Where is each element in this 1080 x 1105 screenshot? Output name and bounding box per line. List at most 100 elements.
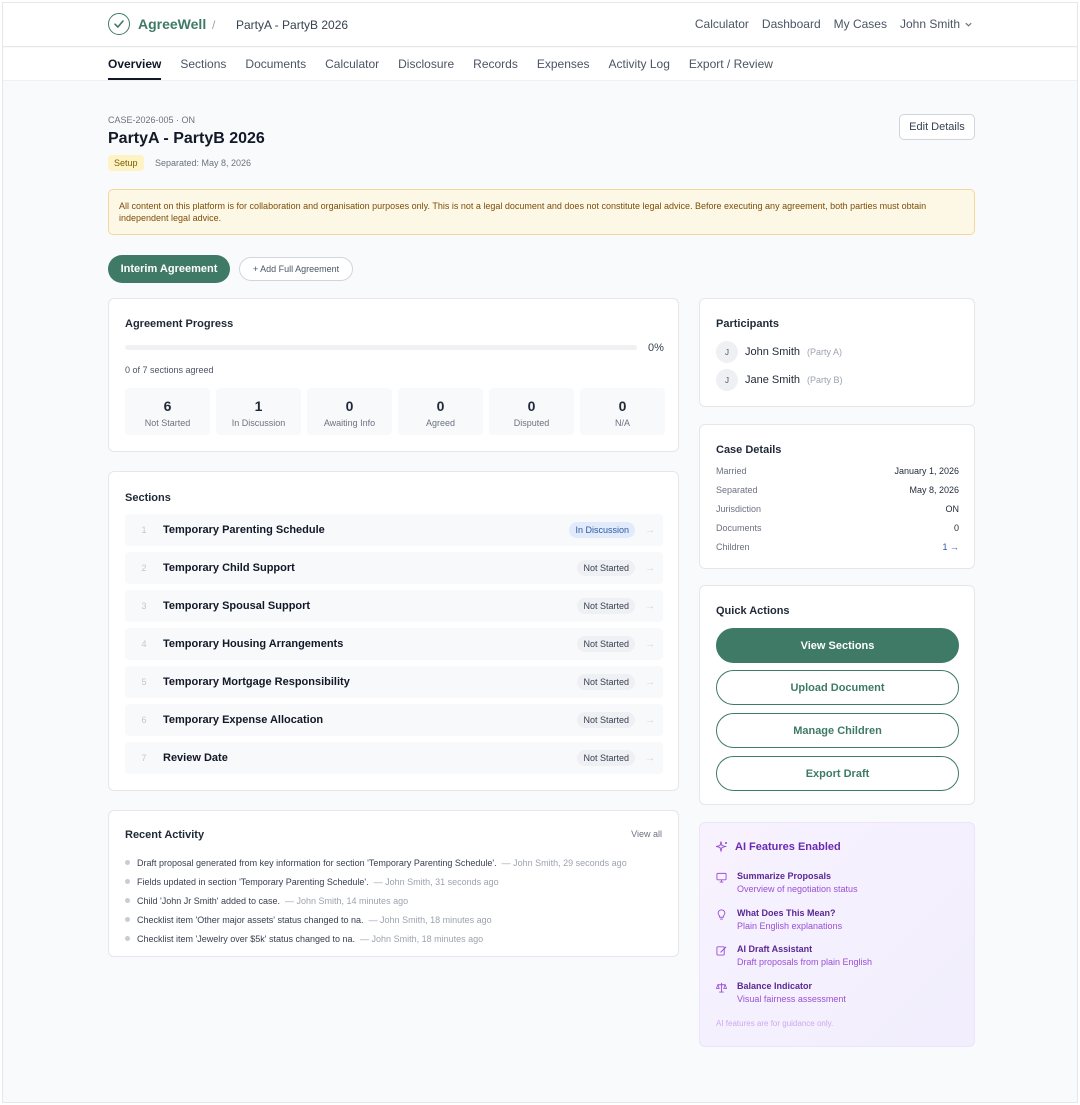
ai-feature[interactable]: Balance Indicator Visual fairness assessm…: [716, 981, 846, 1004]
card-title: Sections: [125, 492, 171, 504]
section-row[interactable]: 5 Temporary Mortgage Responsibility Not …: [125, 666, 663, 698]
recent-activity-card: Recent Activity View all Draft proposal …: [108, 810, 679, 957]
tab-activity-log[interactable]: Activity Log: [609, 57, 670, 80]
brand-name: AgreeWell: [138, 16, 207, 32]
section-title: Temporary Expense Allocation: [163, 714, 324, 726]
arrow-right-icon: →: [645, 638, 655, 650]
add-full-agreement-button[interactable]: + Add Full Agreement: [239, 257, 353, 281]
progress-percent: 0%: [648, 342, 664, 354]
user-name: John Smith: [899, 17, 960, 31]
brand[interactable]: AgreeWell: [108, 13, 206, 35]
tab-records[interactable]: Records: [473, 57, 518, 80]
view-all-link[interactable]: View all: [631, 829, 662, 839]
case-details-card: Case Details Married January 1, 2026 Sepa…: [699, 424, 975, 569]
tab-overview[interactable]: Overview: [108, 57, 162, 80]
status-badge: Setup: [108, 155, 144, 171]
section-title: Review Date: [163, 752, 228, 764]
participant-role: (Party A): [807, 347, 843, 357]
ai-features-card: AI Features Enabled Summarize Proposals O…: [699, 822, 975, 1047]
tab-export-review[interactable]: Export / Review: [689, 57, 773, 80]
list-item: Child 'John Jr Smith' added to case. — Jo…: [125, 891, 627, 910]
avatar: J: [716, 341, 738, 363]
card-title: Recent Activity: [125, 829, 205, 841]
nav-my-cases[interactable]: My Cases: [834, 17, 887, 31]
detail-married: Married January 1, 2026: [716, 466, 959, 476]
ai-feature[interactable]: Summarize Proposals Overview of negotiati…: [716, 871, 858, 894]
tab-documents[interactable]: Documents: [245, 57, 306, 80]
participant-name: John Smith: [745, 346, 801, 358]
edit-details-button[interactable]: Edit Details: [899, 114, 975, 140]
participant: J Jane Smith (Party B): [716, 369, 843, 391]
ai-disclaimer: AI features are for guidance only.: [716, 1019, 834, 1028]
card-title: Participants: [716, 318, 779, 330]
children-link[interactable]: 1 →: [942, 542, 959, 552]
section-status-badge: Not Started: [577, 712, 635, 728]
section-row[interactable]: 3 Temporary Spousal Support Not Started …: [125, 590, 663, 622]
user-menu[interactable]: John Smith: [900, 17, 973, 31]
legal-disclaimer: All content on this platform is for coll…: [108, 189, 975, 235]
breadcrumb-case[interactable]: PartyA - PartyB 2026: [236, 18, 348, 32]
section-row[interactable]: 4 Temporary Housing Arrangements Not Sta…: [125, 628, 663, 660]
tab-bar: Overview Sections Documents Calculator D…: [3, 48, 1077, 81]
participant: J John Smith (Party A): [716, 341, 842, 363]
list-item: Draft proposal generated from key inform…: [125, 853, 627, 872]
detail-documents: Documents 0: [716, 523, 959, 533]
card-title: Case Details: [716, 444, 782, 456]
arrow-right-icon: →: [645, 600, 655, 612]
chevron-down-icon: [965, 22, 972, 27]
top-nav: Calculator Dashboard My Cases John Smith: [695, 17, 973, 31]
section-status-badge: Not Started: [577, 598, 635, 614]
card-title: Agreement Progress: [125, 318, 234, 330]
tab-sections[interactable]: Sections: [180, 57, 226, 80]
case-id: CASE-2026-005 · ON: [108, 115, 196, 125]
section-title: Temporary Spousal Support: [163, 600, 311, 612]
ai-feature[interactable]: What Does This Mean? Plain English explan…: [716, 908, 842, 931]
check-circle-icon: [108, 13, 130, 35]
nav-calculator[interactable]: Calculator: [695, 17, 749, 31]
stat-na: 0 N/A: [580, 388, 665, 435]
tab-disclosure[interactable]: Disclosure: [398, 57, 454, 80]
section-row[interactable]: 1 Temporary Parenting Schedule In Discus…: [125, 514, 663, 546]
list-item: Checklist item 'Other major assets' stat…: [125, 910, 627, 929]
section-title: Temporary Mortgage Responsibility: [163, 676, 350, 688]
activity-list: Draft proposal generated from key inform…: [125, 853, 627, 948]
avatar: J: [716, 369, 738, 391]
interim-agreement-button[interactable]: Interim Agreement: [108, 255, 230, 283]
section-status-badge: Not Started: [577, 636, 635, 652]
detail-separated: Separated May 8, 2026: [716, 485, 959, 495]
list-item: Fields updated in section 'Temporary Par…: [125, 872, 627, 891]
view-sections-button[interactable]: View Sections: [716, 628, 959, 663]
status-stats: 6 Not Started 1 In Discussion 0 Awaiting In…: [125, 388, 665, 435]
export-draft-button[interactable]: Export Draft: [716, 756, 959, 791]
ai-title: AI Features Enabled: [735, 841, 841, 853]
section-status-badge: In Discussion: [569, 522, 635, 538]
tab-calculator[interactable]: Calculator: [325, 57, 379, 80]
agreement-progress-card: Agreement Progress 0% 0 of 7 sections ag…: [108, 298, 679, 452]
separated-date: Separated: May 8, 2026: [155, 158, 252, 168]
stat-not-started: 6 Not Started: [125, 388, 210, 435]
tab-expenses[interactable]: Expenses: [537, 57, 590, 80]
section-title: Temporary Child Support: [163, 562, 295, 574]
section-status-badge: Not Started: [577, 750, 635, 766]
nav-dashboard[interactable]: Dashboard: [762, 17, 821, 31]
breadcrumb-separator: /: [212, 18, 216, 32]
stat-awaiting-info: 0 Awaiting Info: [307, 388, 392, 435]
section-row[interactable]: 2 Temporary Child Support Not Started →: [125, 552, 663, 584]
participant-role: (Party B): [807, 375, 843, 385]
section-title: Temporary Housing Arrangements: [163, 638, 344, 650]
manage-children-button[interactable]: Manage Children: [716, 713, 959, 748]
section-row[interactable]: 6 Temporary Expense Allocation Not Start…: [125, 704, 663, 736]
sections-card: Sections 1 Temporary Parenting Schedule …: [108, 471, 679, 791]
detail-children: Children 1 →: [716, 542, 959, 552]
arrow-right-icon: →: [645, 752, 655, 764]
section-row[interactable]: 7 Review Date Not Started →: [125, 742, 663, 774]
ai-feature[interactable]: AI Draft Assistant Draft proposals from p…: [716, 944, 872, 967]
section-status-badge: Not Started: [577, 674, 635, 690]
progress-summary: 0 of 7 sections agreed: [125, 365, 214, 375]
upload-document-button[interactable]: Upload Document: [716, 670, 959, 705]
arrow-right-icon: →: [645, 714, 655, 726]
section-status-badge: Not Started: [577, 560, 635, 576]
section-title: Temporary Parenting Schedule: [163, 524, 325, 536]
stat-disputed: 0 Disputed: [489, 388, 574, 435]
app-window: AgreeWell / PartyA - PartyB 2026 Calcula…: [2, 2, 1078, 1103]
